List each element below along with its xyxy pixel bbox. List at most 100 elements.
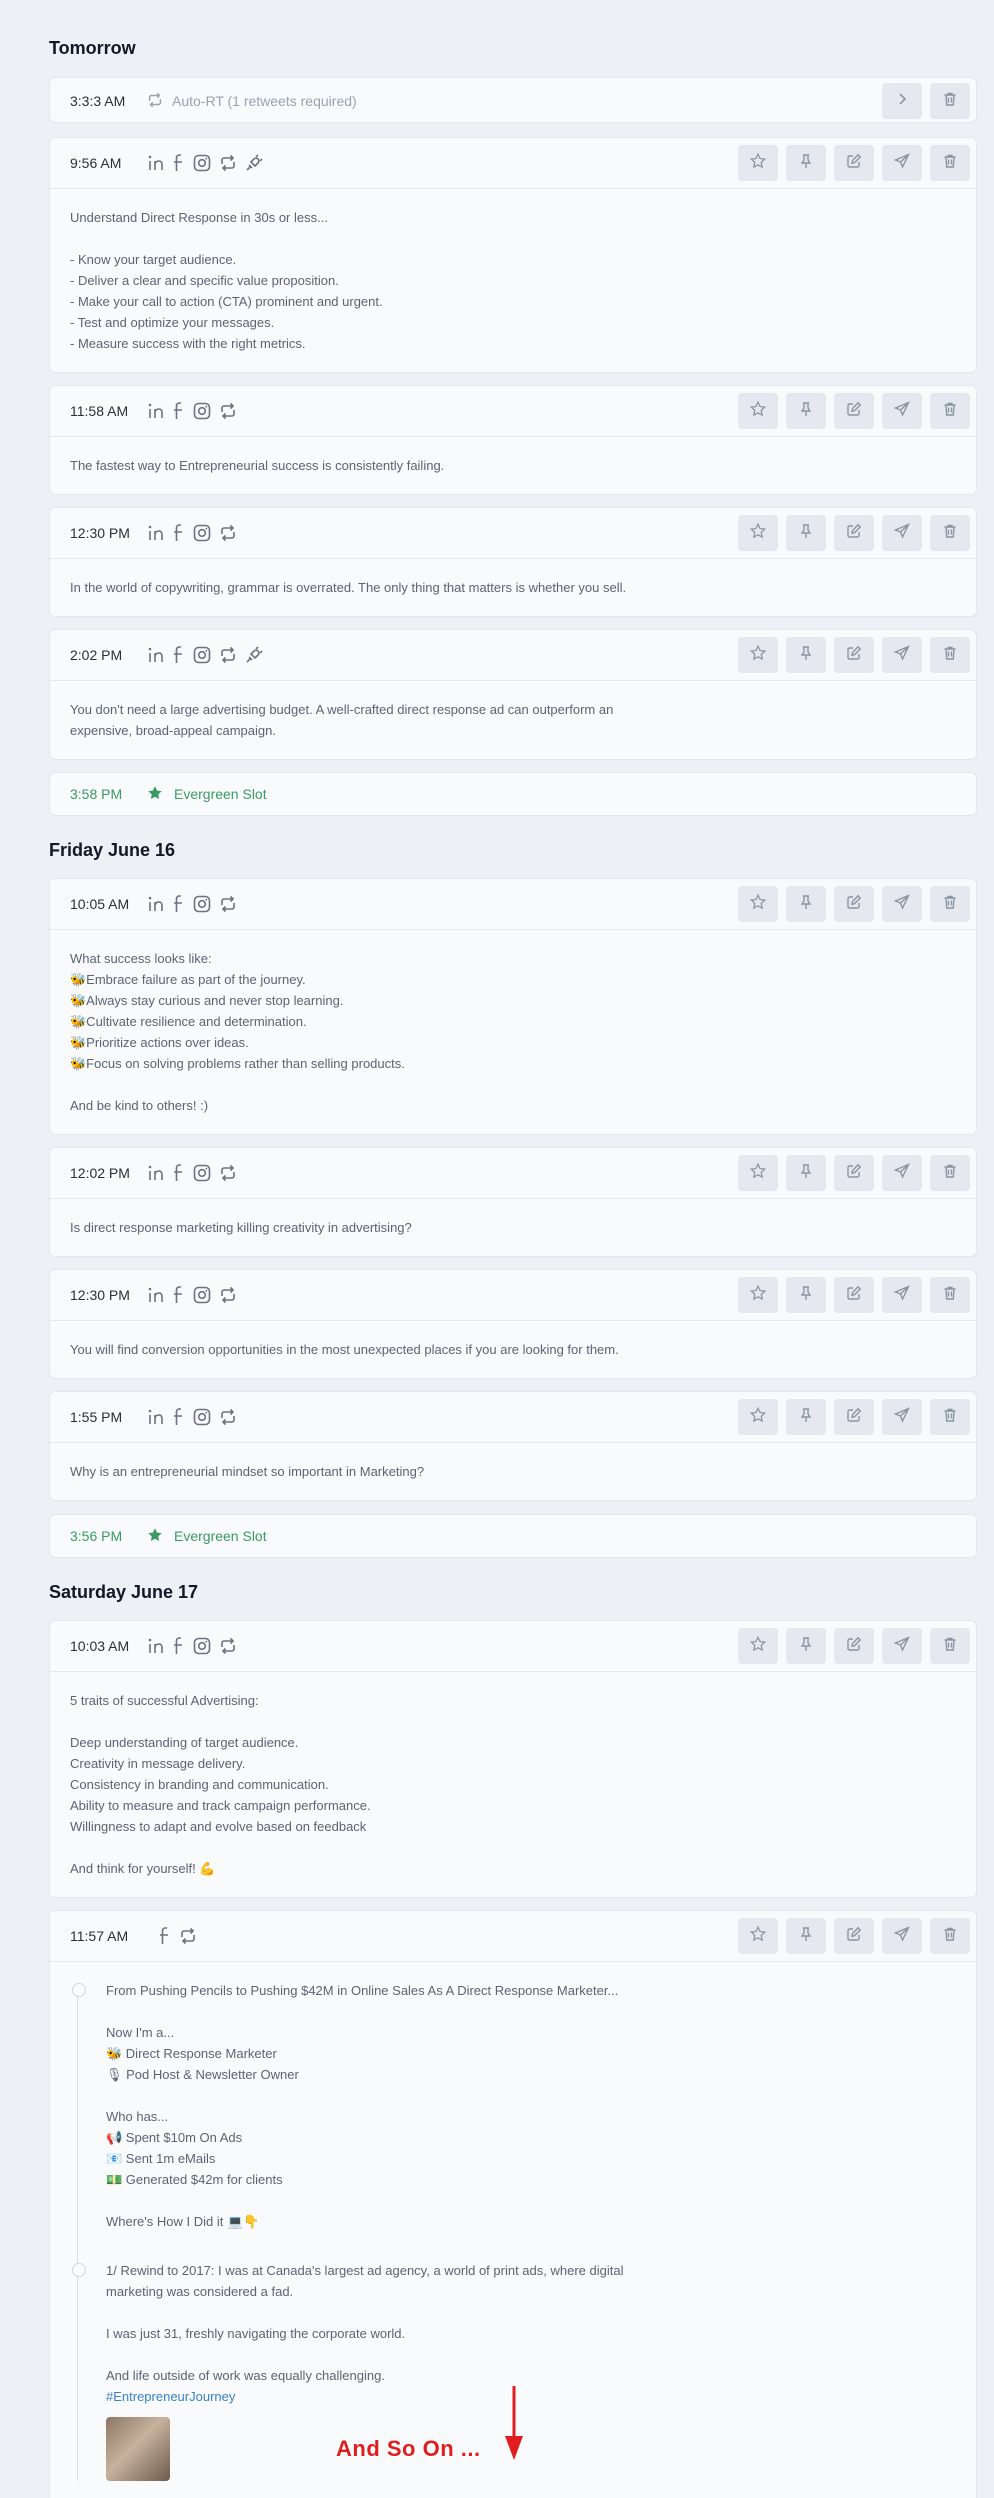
delete-button[interactable] <box>930 1628 970 1664</box>
favorite-button[interactable] <box>738 1628 778 1664</box>
send-now-button[interactable] <box>882 1277 922 1313</box>
edit-button[interactable] <box>834 1277 874 1313</box>
post-text-line: - Deliver a clear and specific value pro… <box>70 273 339 288</box>
text-line: 📧 Sent 1m eMails <box>106 2151 216 2166</box>
send-now-button[interactable] <box>882 145 922 181</box>
instagram-icon <box>192 1285 212 1305</box>
post-body[interactable]: You don't need a large advertising budge… <box>50 680 976 755</box>
pin-button[interactable] <box>786 1155 826 1191</box>
edit-button[interactable] <box>834 1155 874 1191</box>
favorite-button[interactable] <box>738 1277 778 1313</box>
attached-image[interactable] <box>106 2417 170 2481</box>
pin-icon <box>798 1407 814 1428</box>
send-now-button[interactable] <box>882 393 922 429</box>
post-text-line: 🐝Prioritize actions over ideas. <box>70 1035 249 1050</box>
post-text-line: Creativity in message delivery. <box>70 1756 246 1771</box>
send-now-button[interactable] <box>882 1628 922 1664</box>
expand-button[interactable] <box>882 83 922 119</box>
delete-button[interactable] <box>930 83 970 119</box>
pin-button[interactable] <box>786 393 826 429</box>
day-heading-saturday: Saturday June 17 <box>49 1582 199 1602</box>
delete-button[interactable] <box>930 1918 970 1954</box>
pin-button[interactable] <box>786 1628 826 1664</box>
star-icon <box>749 1925 767 1948</box>
edit-button[interactable] <box>834 1628 874 1664</box>
send-icon <box>893 400 910 422</box>
evergreen-label: Evergreen Slot <box>174 1528 267 1544</box>
text-line: I was just 31, freshly navigating the co… <box>106 2326 406 2341</box>
edit-button[interactable] <box>834 393 874 429</box>
post-body[interactable]: You will find conversion opportunities i… <box>50 1320 976 1374</box>
linkedin-icon <box>146 645 166 665</box>
favorite-button[interactable] <box>738 145 778 181</box>
hashtag-link[interactable]: #EntrepreneurJourney <box>106 2386 956 2407</box>
send-now-button[interactable] <box>882 1918 922 1954</box>
delete-button[interactable] <box>930 515 970 551</box>
pin-button[interactable] <box>786 886 826 922</box>
text-line: 📢 Spent $10m On Ads <box>106 2130 243 2145</box>
send-icon <box>893 893 910 915</box>
send-icon <box>893 644 910 666</box>
delete-button[interactable] <box>930 145 970 181</box>
pin-button[interactable] <box>786 1399 826 1435</box>
evergreen-slot[interactable]: 3:58 PM Evergreen Slot <box>49 772 977 816</box>
edit-button[interactable] <box>834 145 874 181</box>
send-now-button[interactable] <box>882 515 922 551</box>
favorite-button[interactable] <box>738 1155 778 1191</box>
favorite-button[interactable] <box>738 886 778 922</box>
send-icon <box>893 1406 910 1428</box>
favorite-button[interactable] <box>738 637 778 673</box>
evergreen-slot[interactable]: 3:56 PM Evergreen Slot <box>49 1514 977 1558</box>
edit-button[interactable] <box>834 515 874 551</box>
linkedin-icon <box>146 1636 166 1656</box>
linkedin-icon <box>146 1163 166 1183</box>
pin-button[interactable] <box>786 637 826 673</box>
edit-button[interactable] <box>834 1399 874 1435</box>
send-now-button[interactable] <box>882 637 922 673</box>
delete-button[interactable] <box>930 393 970 429</box>
edit-button[interactable] <box>834 1918 874 1954</box>
text-line: Who has... <box>106 2109 169 2124</box>
post-body[interactable]: Is direct response marketing killing cre… <box>50 1198 976 1252</box>
post-body[interactable]: 5 traits of successful Advertising: Deep … <box>50 1671 976 1893</box>
send-now-button[interactable] <box>882 1155 922 1191</box>
facebook-icon <box>172 1163 186 1183</box>
delete-button[interactable] <box>930 1399 970 1435</box>
network-icons <box>146 1285 238 1305</box>
post-body[interactable]: What success looks like: 🐝Embrace failure… <box>50 929 976 1130</box>
delete-button[interactable] <box>930 886 970 922</box>
retweet-icon <box>218 1163 238 1183</box>
post-card: 3:3:3 AM Auto-RT (1 retweets required) <box>49 77 977 123</box>
delete-button[interactable] <box>930 1277 970 1313</box>
evergreen-star-icon <box>146 784 164 805</box>
send-now-button[interactable] <box>882 1399 922 1435</box>
pin-button[interactable] <box>786 515 826 551</box>
linkedin-icon <box>146 1285 166 1305</box>
trash-icon <box>942 894 958 915</box>
post-time: 12:30 PM <box>70 1287 130 1303</box>
pin-button[interactable] <box>786 1918 826 1954</box>
favorite-button[interactable] <box>738 515 778 551</box>
day-heading-friday: Friday June 16 <box>49 840 176 860</box>
trash-icon <box>942 645 958 666</box>
favorite-button[interactable] <box>738 393 778 429</box>
post-body[interactable]: Why is an entrepreneurial mindset so imp… <box>50 1442 976 1496</box>
pin-button[interactable] <box>786 1277 826 1313</box>
post-body[interactable]: The fastest way to Entrepreneurial succe… <box>50 436 976 490</box>
retweet-icon <box>218 645 238 665</box>
edit-button[interactable] <box>834 637 874 673</box>
edit-button[interactable] <box>834 886 874 922</box>
delete-button[interactable] <box>930 637 970 673</box>
post-body[interactable]: Understand Direct Response in 30s or les… <box>50 188 976 368</box>
post-card: 12:02 PM Is direct response marketing ki… <box>49 1147 977 1257</box>
trash-icon <box>942 1636 958 1657</box>
post-time: 10:03 AM <box>70 1638 130 1654</box>
favorite-button[interactable] <box>738 1399 778 1435</box>
favorite-button[interactable] <box>738 1918 778 1954</box>
pin-button[interactable] <box>786 145 826 181</box>
slot-time: 3:56 PM <box>70 1528 123 1544</box>
post-body[interactable]: In the world of copywriting, grammar is … <box>50 558 976 612</box>
send-now-button[interactable] <box>882 886 922 922</box>
delete-button[interactable] <box>930 1155 970 1191</box>
facebook-icon <box>158 1926 172 1946</box>
